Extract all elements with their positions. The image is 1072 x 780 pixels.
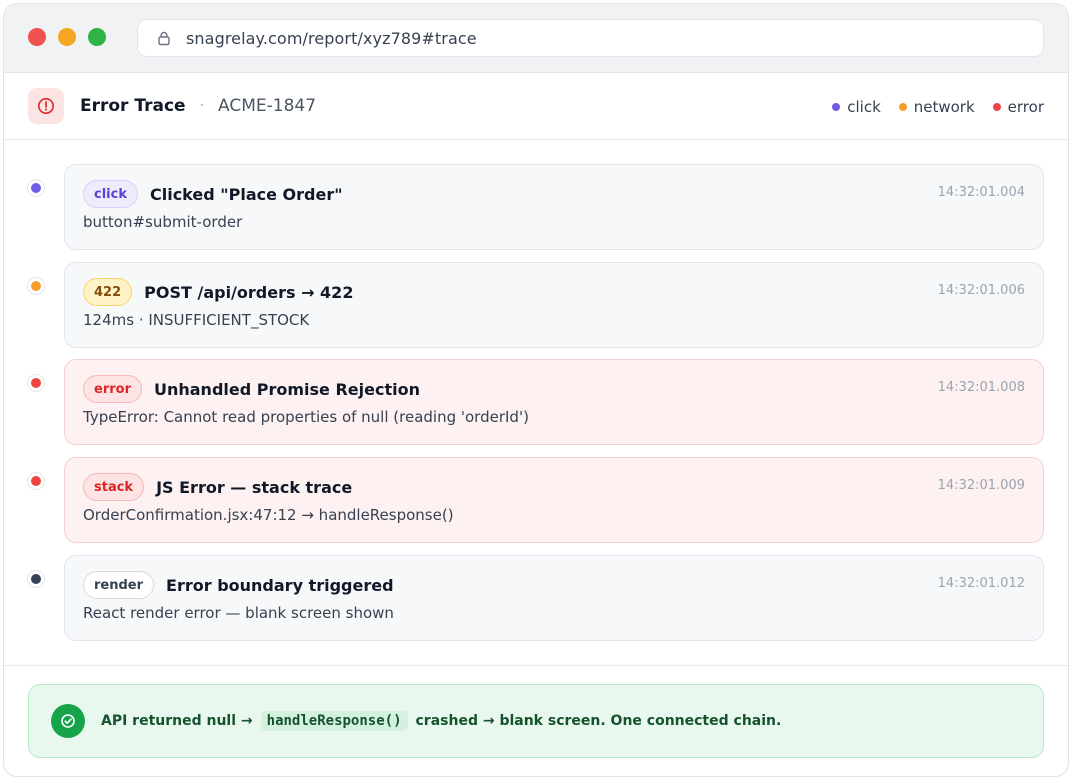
event-card-render[interactable]: render Error boundary triggered 14:32:01… bbox=[64, 555, 1044, 641]
root-cause-summary: API returned null → handleResponse() cra… bbox=[28, 684, 1044, 758]
event-title: POST /api/orders → 422 bbox=[144, 282, 354, 302]
legend: click network error bbox=[832, 73, 1044, 140]
event-title: Error boundary triggered bbox=[166, 575, 394, 595]
event-timeline: click Clicked "Place Order" 14:32:01.004… bbox=[4, 140, 1068, 666]
event-card-stack[interactable]: stack JS Error — stack trace 14:32:01.00… bbox=[64, 457, 1044, 543]
maximize-window-button[interactable] bbox=[88, 28, 106, 46]
event-title: Clicked "Place Order" bbox=[149, 184, 343, 204]
summary-after: crashed → blank screen. One connected ch… bbox=[415, 713, 782, 729]
issue-id: ACME-1847 bbox=[218, 96, 317, 116]
alert-circle-icon bbox=[38, 98, 54, 114]
event-timestamp: 14:32:01.006 bbox=[937, 283, 1025, 298]
summary-before: API returned null → bbox=[101, 713, 253, 729]
address-bar[interactable]: snagrelay.com/report/xyz789#trace bbox=[137, 19, 1044, 57]
legend-label: network bbox=[913, 97, 975, 116]
timeline-dot bbox=[28, 278, 44, 294]
event-detail: button#submit-order bbox=[83, 213, 243, 231]
minimize-window-button[interactable] bbox=[58, 28, 76, 46]
check-circle-icon bbox=[51, 704, 85, 738]
event-timestamp: 14:32:01.009 bbox=[937, 478, 1025, 493]
event-title: Unhandled Promise Rejection bbox=[153, 379, 420, 399]
event-detail: 124ms · INSUFFICIENT_STOCK bbox=[83, 311, 310, 329]
legend-label: click bbox=[847, 97, 881, 116]
event-detail: OrderConfirmation.jsx:47:12 → handleResp… bbox=[83, 506, 454, 524]
close-window-button[interactable] bbox=[28, 28, 46, 46]
event-title: JS Error — stack trace bbox=[156, 477, 353, 497]
lock-icon bbox=[158, 31, 170, 46]
legend-item-network: network bbox=[898, 97, 975, 116]
timeline-dot bbox=[28, 180, 44, 196]
event-card-click[interactable]: click Clicked "Place Order" 14:32:01.004… bbox=[64, 164, 1044, 250]
summary-area: API returned null → handleResponse() cra… bbox=[4, 666, 1068, 776]
event-badge: error bbox=[83, 375, 142, 403]
event-timestamp: 14:32:01.012 bbox=[937, 576, 1025, 591]
summary-text: API returned null → handleResponse() cra… bbox=[101, 711, 781, 731]
event-timestamp: 14:32:01.004 bbox=[937, 185, 1025, 200]
legend-item-click: click bbox=[832, 98, 881, 116]
timeline-dot bbox=[28, 473, 44, 489]
event-card-network[interactable]: 422 POST /api/orders → 422 14:32:01.006 … bbox=[64, 262, 1044, 348]
event-badge: 422 bbox=[83, 278, 133, 306]
event-timestamp: 14:32:01.008 bbox=[937, 380, 1025, 395]
event-card-error[interactable]: error Unhandled Promise Rejection 14:32:… bbox=[64, 359, 1044, 445]
event-badge: render bbox=[83, 571, 155, 599]
check-icon bbox=[61, 714, 75, 728]
event-detail: React render error — blank screen shown bbox=[83, 604, 394, 622]
timeline-dot bbox=[28, 571, 44, 587]
event-badge: click bbox=[83, 180, 138, 208]
event-detail: TypeError: Cannot read properties of nul… bbox=[83, 408, 529, 426]
alert-icon-box bbox=[28, 88, 64, 124]
browser-chrome: snagrelay.com/report/xyz789#trace bbox=[4, 4, 1068, 73]
page-title: Error Trace bbox=[80, 96, 186, 116]
page-header: Error Trace · ACME-1847 click network er… bbox=[4, 73, 1068, 140]
address-url: snagrelay.com/report/xyz789#trace bbox=[186, 28, 477, 48]
legend-label: error bbox=[1007, 97, 1044, 116]
legend-dot bbox=[898, 102, 907, 111]
summary-code: handleResponse() bbox=[260, 711, 408, 731]
timeline-dot bbox=[28, 375, 44, 391]
legend-item-error: error bbox=[992, 97, 1044, 116]
title-separator: · bbox=[199, 98, 205, 114]
legend-dot bbox=[832, 102, 841, 111]
legend-dot bbox=[992, 102, 1001, 111]
event-badge: stack bbox=[83, 473, 145, 501]
browser-window: snagrelay.com/report/xyz789#trace Error … bbox=[3, 3, 1069, 777]
